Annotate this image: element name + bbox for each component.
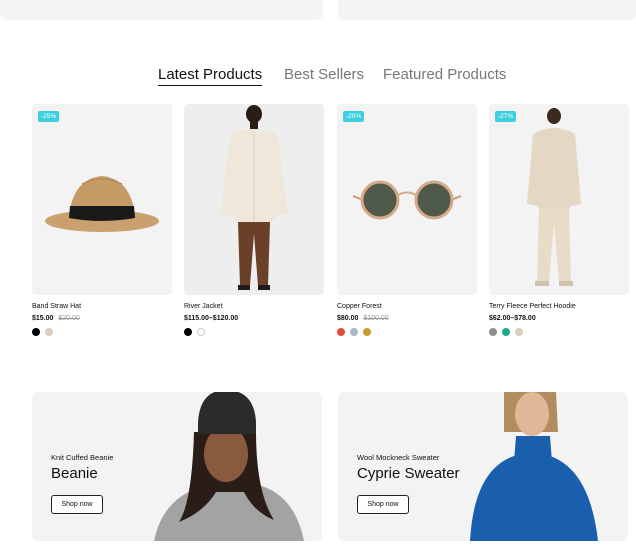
- swatch-white[interactable]: [197, 328, 205, 336]
- swatch-gold[interactable]: [363, 328, 371, 336]
- discount-badge: -25%: [38, 111, 60, 122]
- swatch-green[interactable]: [502, 328, 510, 336]
- sunglasses-image: [352, 180, 462, 220]
- discount-badge: -20%: [343, 111, 365, 122]
- banner-subtitle: Knit Cuffed Beanie: [51, 453, 114, 462]
- shop-now-button[interactable]: Shop now: [51, 495, 103, 514]
- current-price: $62.00–$78.00: [489, 315, 536, 322]
- product-price: $15.00 $20.00: [32, 315, 172, 322]
- product-name[interactable]: Band Straw Hat: [32, 303, 172, 310]
- product-card-river-jacket[interactable]: River Jacket $115.00–$120.00: [184, 104, 324, 336]
- top-card-right: [338, 0, 636, 20]
- tab-best-sellers[interactable]: Best Sellers: [284, 66, 364, 83]
- product-name[interactable]: Copper Forest: [337, 303, 477, 310]
- product-card-straw-hat[interactable]: -25% Band Straw Hat $15.00 $20.00: [32, 104, 172, 336]
- color-swatches: [337, 328, 477, 336]
- product-price: $80.00 $100.00: [337, 315, 477, 322]
- product-name[interactable]: River Jacket: [184, 303, 324, 310]
- product-image[interactable]: -27%: [489, 104, 629, 295]
- color-swatches: [489, 328, 629, 336]
- discount-badge: -27%: [495, 111, 517, 122]
- straw-hat-image: [45, 176, 159, 232]
- swatch-grey[interactable]: [489, 328, 497, 336]
- swatch-red[interactable]: [337, 328, 345, 336]
- tab-latest-products[interactable]: Latest Products: [158, 66, 263, 86]
- top-card-left: [0, 0, 323, 20]
- old-price: $20.00: [58, 315, 80, 322]
- swatch-black[interactable]: [184, 328, 192, 336]
- banner-title: Cyprie Sweater: [357, 465, 460, 482]
- current-price: $115.00–$120.00: [184, 315, 239, 322]
- banner-title: Beanie: [51, 465, 98, 482]
- swatch-beige[interactable]: [515, 328, 523, 336]
- product-card-terry-fleece-hoodie[interactable]: -27% Terry Fleece Perfect Hoodie $62.00–…: [489, 104, 629, 336]
- old-price: $100.00: [363, 315, 389, 322]
- color-swatches: [32, 328, 172, 336]
- shop-now-button[interactable]: Shop now: [357, 495, 409, 514]
- product-card-copper-forest[interactable]: -20% Copper Forest $80.00 $100.00: [337, 104, 477, 336]
- product-price: $62.00–$78.00: [489, 315, 629, 322]
- current-price: $15.00: [32, 315, 54, 322]
- swatch-black[interactable]: [32, 328, 40, 336]
- product-image[interactable]: -20%: [337, 104, 477, 295]
- product-image[interactable]: -25%: [32, 104, 172, 295]
- product-name[interactable]: Terry Fleece Perfect Hoodie: [489, 303, 629, 310]
- product-tabs: Latest Products Best Sellers Featured Pr…: [0, 66, 636, 90]
- beanie-model-image: [154, 392, 304, 541]
- color-swatches: [184, 328, 324, 336]
- product-price: $115.00–$120.00: [184, 315, 324, 322]
- swatch-beige[interactable]: [45, 328, 53, 336]
- sweater-model-image: [470, 392, 598, 541]
- banner-beanie: Knit Cuffed Beanie Beanie Shop now: [32, 392, 322, 541]
- jacket-model-image: [220, 105, 288, 290]
- current-price: $80.00: [337, 315, 359, 322]
- banner-cyprie-sweater: Wool Mockneck Sweater Cyprie Sweater Sho…: [338, 392, 628, 541]
- product-image[interactable]: [184, 104, 324, 295]
- hoodie-model-image: [527, 108, 581, 286]
- swatch-blue-grey[interactable]: [350, 328, 358, 336]
- tab-featured-products[interactable]: Featured Products: [383, 66, 506, 83]
- banner-subtitle: Wool Mockneck Sweater: [357, 453, 440, 462]
